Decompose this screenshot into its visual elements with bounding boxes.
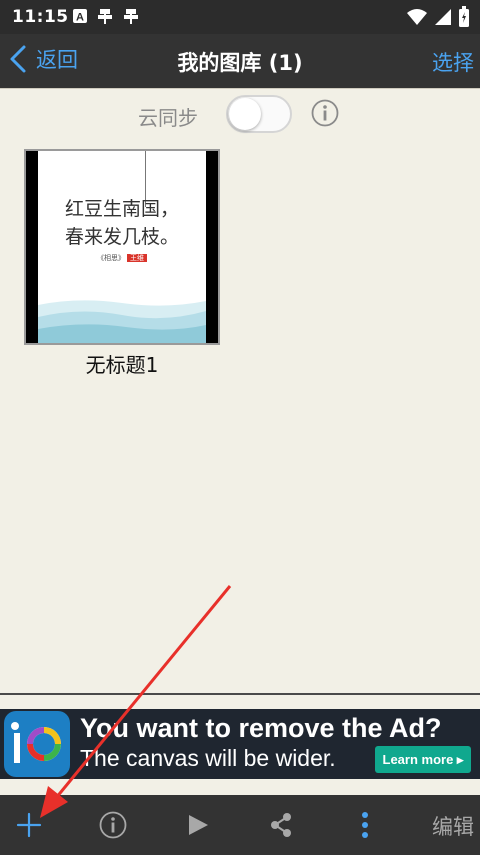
thumbnail-title: 无标题1 (85, 353, 159, 377)
learn-more-button[interactable]: Learn more ▸ (375, 746, 471, 773)
gallery-content: 云同步 红豆生南国， 春来发几枝。 《相思》 王维 无标题1 (0, 88, 480, 693)
poem-source: 《相思》 王维 (26, 253, 218, 263)
thumbnail-waves (38, 300, 206, 343)
ibispaint-logo (4, 711, 70, 777)
info-button[interactable] (93, 805, 133, 845)
back-button[interactable]: 返回 (6, 44, 78, 74)
bottom-toolbar: 编辑 (0, 795, 480, 855)
more-button[interactable] (345, 805, 385, 845)
cloud-sync-row: 云同步 (0, 93, 480, 133)
thumbnail-border-left (26, 151, 38, 343)
ad-subline: The canvas will be wider. (80, 745, 336, 771)
svg-text:A: A (76, 12, 84, 24)
bug-icon (124, 9, 138, 24)
nav-bar: 返回 我的图库 (1) 选择 (0, 34, 480, 88)
ad-banner[interactable]: You want to remove the Ad? The canvas wi… (0, 709, 480, 779)
ad-area: You want to remove the Ad? The canvas wi… (0, 695, 480, 795)
thumbnail-border-right (206, 151, 218, 343)
status-bar: 11:15 A (0, 0, 480, 34)
ad-headline: You want to remove the Ad? (80, 713, 442, 743)
poem-line-1: 红豆生南国， (64, 198, 179, 220)
add-button[interactable] (9, 805, 49, 845)
share-button[interactable] (261, 805, 301, 845)
play-button[interactable] (178, 805, 218, 845)
wifi-icon (407, 9, 427, 25)
add-icon (16, 812, 42, 838)
share-icon (271, 813, 291, 837)
battery-icon (459, 6, 469, 27)
cellular-icon (435, 9, 451, 25)
poem-line-2: 春来发几枝。 (64, 226, 179, 248)
more-vertical-icon (362, 812, 368, 838)
info-icon[interactable] (311, 99, 339, 127)
select-button[interactable]: 选择 (432, 47, 474, 77)
gallery-thumbnail[interactable]: 红豆生南国， 春来发几枝。 《相思》 王维 (24, 149, 220, 345)
cloud-sync-label: 云同步 (138, 106, 198, 130)
poem-author-tag: 王维 (127, 254, 147, 262)
play-icon (189, 815, 208, 835)
font-a-icon: A (73, 9, 87, 24)
edit-button[interactable]: 编辑 (432, 811, 474, 841)
back-label: 返回 (36, 48, 78, 72)
status-time: 11:15 (12, 7, 69, 27)
poem-source-title: 《相思》 (97, 254, 125, 262)
thumbnail-poem: 红豆生南国， 春来发几枝。 (42, 195, 202, 251)
toggle-knob (229, 98, 261, 130)
cloud-sync-toggle[interactable] (226, 95, 292, 133)
status-system-icons (406, 6, 470, 28)
palette-icon (11, 722, 61, 763)
info-icon (99, 811, 127, 839)
status-notification-icons: A (72, 7, 140, 25)
chevron-left-icon (10, 45, 26, 73)
bug-icon (98, 9, 112, 24)
